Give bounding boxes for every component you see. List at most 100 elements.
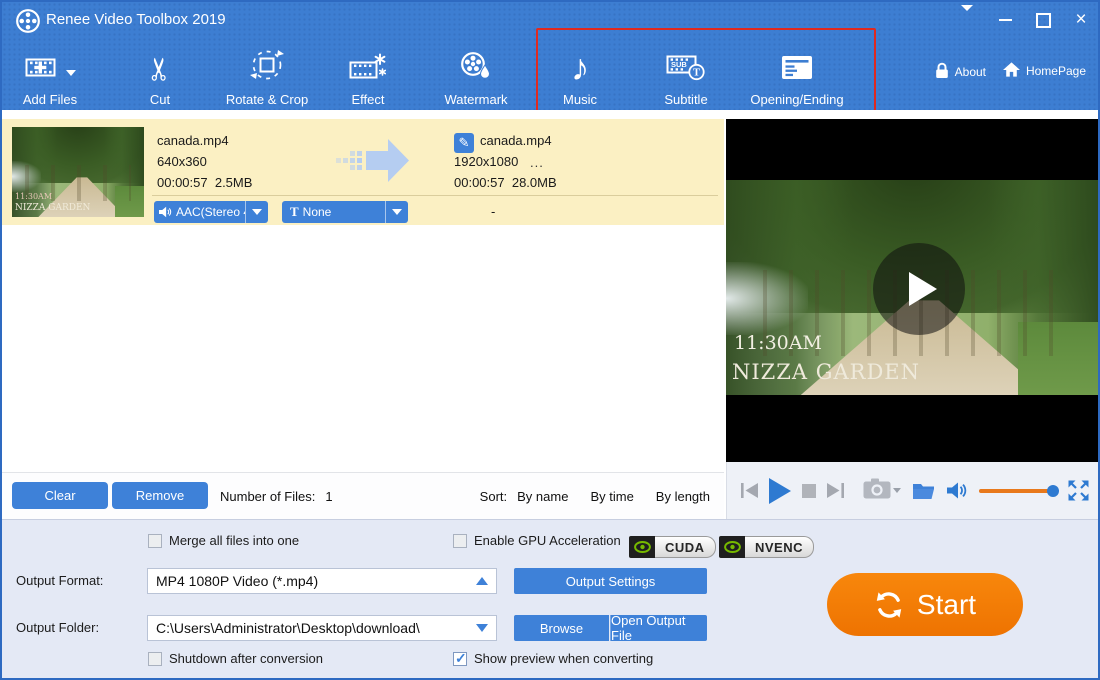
close-icon: ×	[1075, 9, 1087, 30]
checkbox-unchecked	[148, 651, 162, 666]
sort-by-time[interactable]: By time	[590, 489, 633, 504]
show-preview-checkbox[interactable]: Show preview when converting	[453, 650, 654, 667]
subtitle-track-dropdown[interactable]: T None	[282, 201, 408, 223]
volume-slider-knob[interactable]	[1047, 484, 1059, 497]
toolbar-label: Subtitle	[664, 92, 708, 107]
audio-track-value: AAC(Stereo 4	[176, 205, 245, 219]
svg-text:T: T	[693, 68, 700, 79]
toolbar-rotate-crop[interactable]: Rotate & Crop	[208, 46, 326, 108]
audio-track-dropdown[interactable]: AAC(Stereo 4	[154, 201, 268, 223]
homepage-link[interactable]: HomePage	[1002, 62, 1086, 80]
about-link[interactable]: About	[935, 62, 986, 82]
output-folder-select[interactable]: C:\Users\Administrator\Desktop\download\	[147, 615, 497, 641]
toolbar-effect[interactable]: Effect	[324, 46, 412, 108]
settings-panel: Merge all files into one Enable GPU Acce…	[2, 519, 1098, 678]
cuda-label: CUDA	[655, 536, 716, 558]
subtitle-t-icon: T	[290, 204, 299, 219]
previous-button[interactable]	[741, 483, 758, 498]
sort-by-name[interactable]: By name	[517, 489, 568, 504]
maximize-button[interactable]	[1034, 11, 1052, 29]
watermark-icon	[460, 51, 492, 86]
toolbar-label: Rotate & Crop	[225, 92, 309, 107]
thumb-overlay-title: NIZZA GARDEN	[15, 203, 91, 213]
gpu-acceleration-label: Enable GPU Acceleration	[474, 533, 621, 548]
output-format-label: Output Format:	[16, 573, 104, 588]
open-output-file-button[interactable]: Open Output File	[610, 613, 707, 643]
home-icon	[1002, 62, 1020, 80]
shutdown-checkbox[interactable]: Shutdown after conversion	[148, 651, 323, 666]
cut-scissors-icon: ✂	[141, 56, 177, 82]
output-folder-value: C:\Users\Administrator\Desktop\download\	[156, 620, 420, 636]
open-folder-button[interactable]	[912, 481, 936, 500]
show-preview-label: Show preview when converting	[474, 651, 654, 666]
merge-files-label: Merge all files into one	[169, 533, 300, 548]
minimize-button[interactable]	[996, 11, 1014, 29]
window-controls: ×	[958, 2, 1090, 38]
app-logo-reel-icon	[15, 8, 41, 39]
start-label: Start	[916, 588, 977, 620]
video-overlay-time: 11:30AM	[734, 332, 822, 354]
checkbox-checked	[453, 650, 467, 667]
header: Renee Video Toolbox 2019 × Add Files ✂ C…	[2, 2, 1098, 112]
source-duration: 00:00:57	[157, 175, 208, 190]
preview-play-overlay-button[interactable]	[873, 243, 965, 335]
window-menu-button[interactable]	[958, 5, 976, 29]
next-button[interactable]	[827, 483, 844, 498]
player-bar	[726, 462, 1098, 519]
toolbar-label: Effect	[351, 92, 385, 107]
toolbar-cut[interactable]: ✂ Cut	[114, 46, 206, 108]
file-list-footer: Clear Remove Number of Files: 1 Sort: By…	[2, 472, 724, 520]
output-duration-size: 00:00:57 28.0MB	[454, 173, 557, 193]
file-row[interactable]: 11:30AM NIZZA GARDEN canada.mp4 640x360 …	[2, 119, 724, 225]
toolbar-opening-ending[interactable]: Opening/Ending	[730, 46, 864, 108]
maximize-icon	[1035, 12, 1051, 28]
lock-icon	[935, 62, 949, 82]
output-format-select[interactable]: MP4 1080P Video (*.mp4)	[147, 568, 497, 594]
nvenc-label: NVENC	[745, 536, 815, 558]
stop-button[interactable]	[802, 483, 816, 498]
output-filename: canada.mp4	[480, 133, 552, 148]
fullscreen-button[interactable]	[1068, 480, 1089, 501]
effect-icon	[349, 53, 387, 86]
file-count: Number of Files: 1	[220, 473, 333, 520]
app-window: Renee Video Toolbox 2019 × Add Files ✂ C…	[0, 0, 1100, 680]
svg-text:SUB: SUB	[671, 60, 687, 69]
minimize-icon	[998, 19, 1012, 21]
nvenc-badge: NVENC	[719, 536, 815, 558]
toolbar-subtitle[interactable]: SUB T Subtitle	[640, 46, 732, 108]
sort-controls: Sort: By name By time By length	[480, 473, 710, 520]
checkbox-unchecked	[453, 533, 467, 548]
volume-slider[interactable]	[979, 484, 1059, 497]
convert-refresh-icon	[874, 590, 904, 620]
video-overlay-title: NIZZA GARDEN	[732, 360, 920, 384]
video-preview: 11:30AM NIZZA GARDEN	[726, 119, 1098, 462]
pencil-icon: ✎	[458, 135, 470, 150]
sort-by-length[interactable]: By length	[656, 489, 710, 504]
source-thumbnail: 11:30AM NIZZA GARDEN	[12, 127, 144, 217]
camera-icon	[863, 478, 891, 504]
play-button[interactable]	[769, 477, 791, 504]
subtitle-icon: SUB T	[666, 52, 706, 86]
select-arrow-up-icon	[476, 577, 488, 585]
output-more-button[interactable]: ...	[530, 155, 544, 170]
start-button[interactable]: Start	[827, 573, 1023, 636]
about-label: About	[954, 65, 986, 79]
toolbar-music[interactable]: ♪ Music	[534, 46, 626, 108]
clear-button[interactable]: Clear	[12, 482, 108, 509]
output-subtitle-value: -	[491, 204, 496, 219]
remove-button[interactable]: Remove	[112, 482, 208, 509]
snapshot-button[interactable]	[863, 478, 901, 504]
close-button[interactable]: ×	[1072, 9, 1090, 30]
sort-label: Sort:	[479, 489, 508, 504]
play-triangle-icon	[909, 272, 937, 306]
gpu-acceleration-checkbox[interactable]: Enable GPU Acceleration	[453, 533, 621, 548]
toolbar-add-files[interactable]: Add Files	[4, 46, 96, 108]
output-resolution: 1920x1080	[454, 154, 519, 169]
browse-button[interactable]: Browse	[514, 615, 609, 641]
convert-arrow-icon	[336, 137, 410, 189]
volume-button[interactable]	[947, 482, 968, 499]
merge-files-checkbox[interactable]: Merge all files into one	[148, 533, 299, 548]
output-settings-button[interactable]: Output Settings	[514, 568, 707, 594]
edit-output-name-button[interactable]: ✎	[454, 133, 474, 153]
toolbar-watermark[interactable]: Watermark	[425, 46, 527, 108]
